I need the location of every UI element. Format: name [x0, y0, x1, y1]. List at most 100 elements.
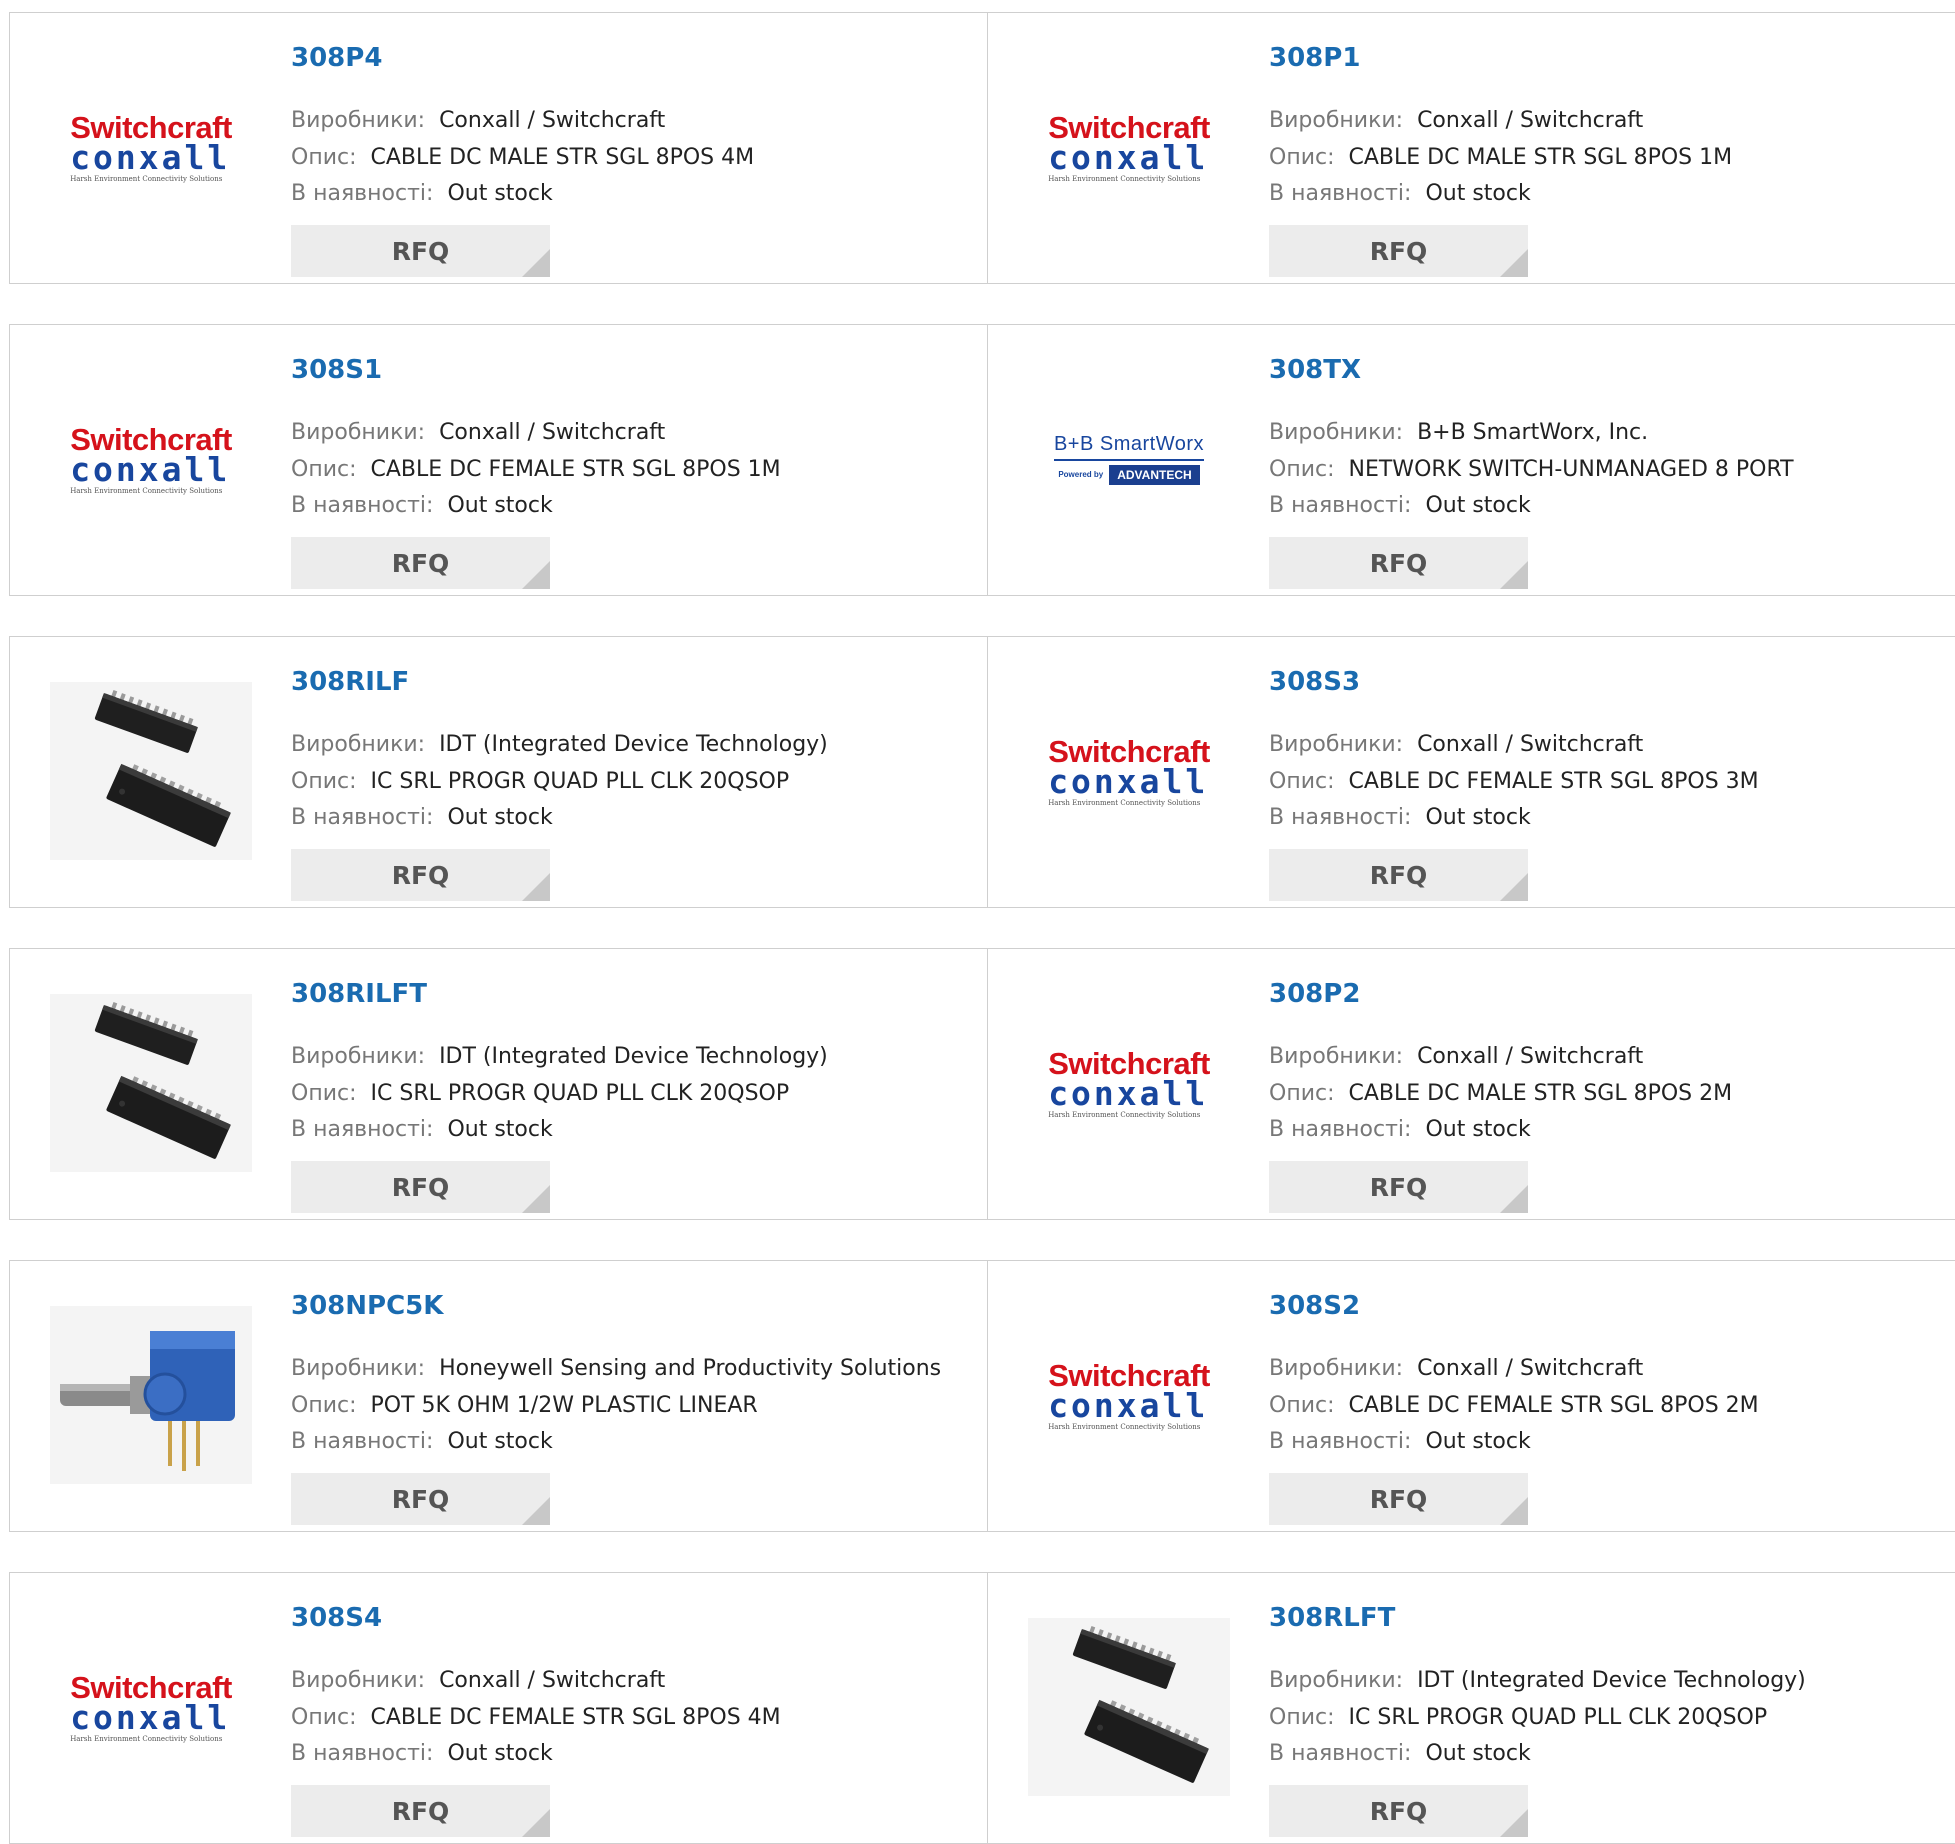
- product-image[interactable]: Switchcraft conxall Harsh Environment Conn…: [1028, 994, 1230, 1172]
- part-number-link[interactable]: 308S1: [291, 355, 382, 385]
- product-list: Switchcraft conxall Harsh Environment Conn…: [0, 0, 1955, 1844]
- product-image[interactable]: [50, 682, 252, 860]
- product-image[interactable]: Switchcraft conxall Harsh Environment Conn…: [1028, 1306, 1230, 1484]
- product-image[interactable]: [50, 994, 252, 1172]
- part-number-link[interactable]: 308RLFT: [1269, 1603, 1395, 1633]
- description-line: Опис: IC SRL PROGR QUAD PLL CLK 20QSOP: [291, 1081, 789, 1106]
- logo-tagline: Harsh Environment Connectivity Solutions: [1048, 1110, 1201, 1119]
- product-image[interactable]: Switchcraft conxall Harsh Environment Conn…: [50, 58, 252, 236]
- product-image[interactable]: [1028, 1618, 1230, 1796]
- rfq-button[interactable]: RFQ: [1269, 849, 1528, 901]
- rfq-button[interactable]: RFQ: [291, 1161, 550, 1213]
- product-image[interactable]: Switchcraft conxall Harsh Environment Conn…: [50, 1618, 252, 1796]
- availability-label: В наявності:: [1269, 1117, 1412, 1142]
- switchcraft-conxall-logo: Switchcraft conxall Harsh Environment Conn…: [1048, 736, 1210, 807]
- manufacturer-line: Виробники: Conxall / Switchcraft: [291, 108, 665, 133]
- product-image[interactable]: Switchcraft conxall Harsh Environment Conn…: [1028, 58, 1230, 236]
- product-image[interactable]: Switchcraft conxall Harsh Environment Conn…: [1028, 682, 1230, 860]
- description-value: CABLE DC FEMALE STR SGL 8POS 4M: [370, 1705, 781, 1730]
- part-number-link[interactable]: 308RILF: [291, 667, 409, 697]
- availability-value: Out stock: [447, 181, 553, 206]
- corner-fold-icon: [522, 1809, 550, 1837]
- availability-label: В наявності:: [1269, 1741, 1412, 1766]
- availability-label: В наявності:: [291, 805, 434, 830]
- description-value: CABLE DC FEMALE STR SGL 8POS 1M: [370, 457, 781, 482]
- product-card: 308RILF Виробники: IDT (Integrated Device …: [10, 637, 987, 907]
- manufacturer-label: Виробники:: [1269, 420, 1404, 445]
- rfq-button[interactable]: RFQ: [1269, 1161, 1528, 1213]
- manufacturer-value: Conxall / Switchcraft: [1417, 1356, 1644, 1381]
- description-label: Опис:: [291, 1393, 357, 1418]
- logo-text-bottom: conxall: [70, 1697, 231, 1737]
- switchcraft-conxall-logo: Switchcraft conxall Harsh Environment Conn…: [70, 424, 232, 495]
- manufacturer-line: Виробники: Honeywell Sensing and Producti…: [291, 1356, 941, 1381]
- part-number-link[interactable]: 308S4: [291, 1603, 382, 1633]
- rfq-button[interactable]: RFQ: [291, 849, 550, 901]
- availability-label: В наявності:: [291, 1741, 434, 1766]
- availability-label: В наявності:: [1269, 181, 1412, 206]
- description-line: Опис: POT 5K OHM 1/2W PLASTIC LINEAR: [291, 1393, 758, 1418]
- rfq-label: RFQ: [1369, 1172, 1428, 1202]
- part-number-link[interactable]: 308P1: [1269, 43, 1360, 73]
- product-row: Switchcraft conxall Harsh Environment Conn…: [9, 12, 1955, 284]
- part-number-link[interactable]: 308S2: [1269, 1291, 1360, 1321]
- availability-value: Out stock: [1425, 493, 1531, 518]
- manufacturer-line: Виробники: IDT (Integrated Device Technol…: [291, 732, 828, 757]
- description-label: Опис:: [291, 145, 357, 170]
- part-number-link[interactable]: 308NPC5K: [291, 1291, 443, 1321]
- manufacturer-label: Виробники:: [1269, 1668, 1404, 1693]
- product-row: 308RILFT Виробники: IDT (Integrated Device…: [9, 948, 1955, 1220]
- availability-value: Out stock: [1425, 1741, 1531, 1766]
- part-number-link[interactable]: 308RILFT: [291, 979, 427, 1009]
- availability-line: В наявності: Out stock: [291, 1117, 553, 1142]
- part-number-link[interactable]: 308TX: [1269, 355, 1361, 385]
- rfq-button[interactable]: RFQ: [1269, 225, 1528, 277]
- rfq-button[interactable]: RFQ: [1269, 1473, 1528, 1525]
- availability-label: В наявності:: [291, 1117, 434, 1142]
- product-image[interactable]: [50, 1306, 252, 1484]
- ic-chip-image: [50, 994, 252, 1172]
- rfq-label: RFQ: [391, 236, 450, 266]
- availability-line: В наявності: Out stock: [291, 1429, 553, 1454]
- manufacturer-label: Виробники:: [291, 732, 426, 757]
- availability-value: Out stock: [447, 805, 553, 830]
- ic-chip-image: [50, 682, 252, 860]
- description-line: Опис: CABLE DC MALE STR SGL 8POS 1M: [1269, 145, 1732, 170]
- description-value: IC SRL PROGR QUAD PLL CLK 20QSOP: [1348, 1705, 1768, 1730]
- part-number-link[interactable]: 308P4: [291, 43, 382, 73]
- description-label: Опис:: [1269, 769, 1335, 794]
- availability-value: Out stock: [447, 493, 553, 518]
- product-card: Switchcraft conxall Harsh Environment Conn…: [10, 1573, 987, 1843]
- availability-label: В наявності:: [1269, 805, 1412, 830]
- rfq-button[interactable]: RFQ: [291, 1473, 550, 1525]
- manufacturer-label: Виробники:: [1269, 732, 1404, 757]
- manufacturer-line: Виробники: Conxall / Switchcraft: [291, 1668, 665, 1693]
- rfq-button[interactable]: RFQ: [291, 225, 550, 277]
- rfq-label: RFQ: [391, 548, 450, 578]
- rfq-button[interactable]: RFQ: [291, 537, 550, 589]
- product-card: Switchcraft conxall Harsh Environment Conn…: [987, 637, 1955, 907]
- description-line: Опис: IC SRL PROGR QUAD PLL CLK 20QSOP: [1269, 1705, 1767, 1730]
- product-image[interactable]: Switchcraft conxall Harsh Environment Conn…: [50, 370, 252, 548]
- availability-line: В наявності: Out stock: [1269, 1429, 1531, 1454]
- product-image[interactable]: B+B SmartWorx Powered by ADVANTECH: [1028, 370, 1230, 548]
- availability-line: В наявності: Out stock: [1269, 181, 1531, 206]
- description-label: Опис:: [1269, 457, 1335, 482]
- switchcraft-conxall-logo: Switchcraft conxall Harsh Environment Conn…: [1048, 1360, 1210, 1431]
- switchcraft-conxall-logo: Switchcraft conxall Harsh Environment Conn…: [1048, 112, 1210, 183]
- corner-fold-icon: [1500, 1497, 1528, 1525]
- part-number-link[interactable]: 308S3: [1269, 667, 1360, 697]
- availability-line: В наявності: Out stock: [1269, 493, 1531, 518]
- part-number-link[interactable]: 308P2: [1269, 979, 1360, 1009]
- rfq-label: RFQ: [391, 1172, 450, 1202]
- rfq-button[interactable]: RFQ: [291, 1785, 550, 1837]
- description-line: Опис: CABLE DC FEMALE STR SGL 8POS 4M: [291, 1705, 781, 1730]
- rfq-button[interactable]: RFQ: [1269, 1785, 1528, 1837]
- description-value: CABLE DC MALE STR SGL 8POS 2M: [1348, 1081, 1733, 1106]
- manufacturer-value: Conxall / Switchcraft: [439, 108, 666, 133]
- description-line: Опис: CABLE DC MALE STR SGL 8POS 4M: [291, 145, 754, 170]
- rfq-label: RFQ: [1369, 1796, 1428, 1826]
- corner-fold-icon: [1500, 249, 1528, 277]
- rfq-button[interactable]: RFQ: [1269, 537, 1528, 589]
- availability-line: В наявності: Out stock: [291, 493, 553, 518]
